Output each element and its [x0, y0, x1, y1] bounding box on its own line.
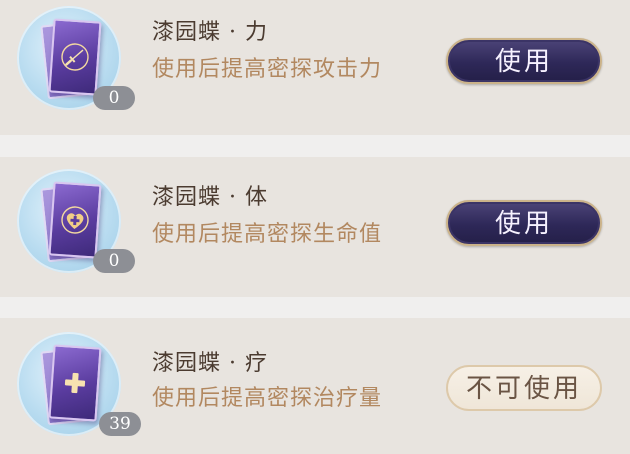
card [48, 344, 102, 422]
item-title: 漆园蝶 · 疗 [152, 351, 268, 376]
use-button[interactable]: 使用 [446, 200, 602, 246]
list-item: 0 漆园蝶 · 体 使用后提高密探生命值 使用 [0, 157, 630, 297]
list-item: 39 漆园蝶 · 疗 使用后提高密探治疗量 不可使用 [0, 318, 630, 454]
item-title: 漆园蝶 · 体 [152, 185, 268, 210]
item-icon[interactable]: 0 [17, 169, 135, 279]
count-badge: 0 [93, 249, 135, 273]
card [48, 18, 102, 96]
count-badge: 0 [93, 86, 135, 110]
item-description: 使用后提高密探攻击力 [152, 57, 383, 82]
use-button[interactable]: 使用 [446, 38, 602, 84]
disabled-use-button: 不可使用 [446, 365, 602, 411]
item-description: 使用后提高密探生命值 [152, 222, 383, 247]
item-list: 0 漆园蝶 · 力 使用后提高密探攻击力 使用 0 漆园蝶 · 体 使用后提高密… [0, 0, 630, 454]
item-description: 使用后提高密探治疗量 [152, 386, 383, 411]
item-title: 漆园蝶 · 力 [152, 20, 268, 45]
item-icon[interactable]: 39 [17, 332, 141, 442]
heart-cross-icon [61, 206, 89, 234]
list-item: 0 漆园蝶 · 力 使用后提高密探攻击力 使用 [0, 0, 630, 135]
cross-icon [64, 372, 86, 394]
count-badge: 39 [99, 412, 141, 436]
item-icon[interactable]: 0 [17, 6, 135, 116]
card [48, 181, 102, 259]
sword-icon [61, 43, 89, 71]
